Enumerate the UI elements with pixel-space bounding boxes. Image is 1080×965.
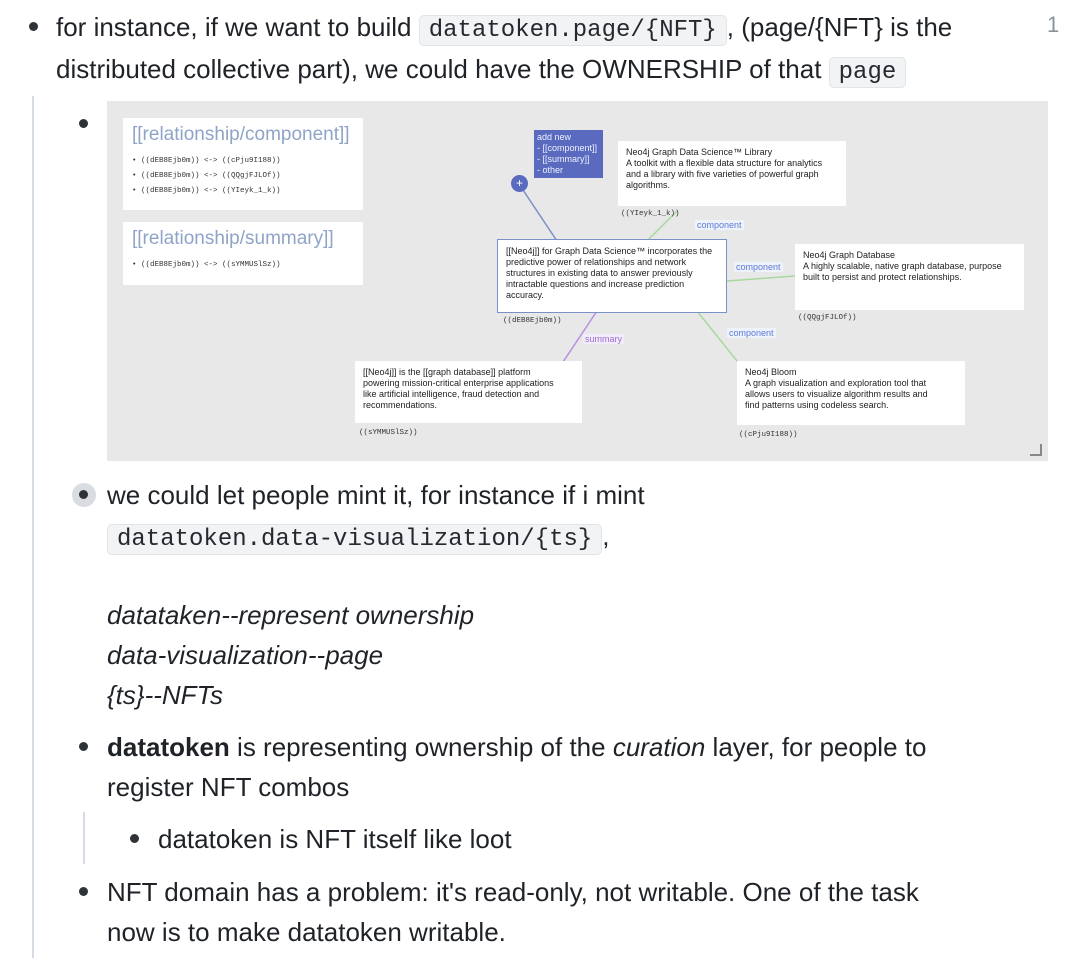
relation-row: • ((dEB8Ejb0m)) <-> ((sYMMUSlSz)) [132, 261, 281, 269]
block-text-line2: register NFT combos [107, 772, 350, 802]
inline-code: datatoken.data-visualization/{ts} [107, 524, 603, 555]
edge-label-component: component [695, 220, 744, 230]
italic-line: datataken--represent ownership [107, 600, 475, 630]
embedded-graph-image: [[relationship/component]] • ((dEB8Ejb0m… [107, 101, 1048, 461]
edge-label-component: component [734, 262, 783, 272]
block-text-line2: distributed collective part), we could h… [56, 49, 907, 93]
block-text[interactable]: we could let people mint it, for instanc… [107, 475, 645, 515]
plus-icon: + [511, 175, 528, 192]
node-center: [[Neo4j]] for Graph Data Science™ incorp… [497, 239, 727, 313]
child-block-text[interactable]: datatoken is NFT itself like loot [158, 819, 512, 859]
node-ref: ((cPju9I188)) [739, 431, 798, 439]
italic-line: {ts}--NFTs [107, 680, 224, 710]
edge-label-summary: summary [583, 334, 625, 344]
node-ref: ((QQgjFJLOf)) [798, 314, 857, 322]
block-text[interactable]: for instance, if we want to build datato… [56, 7, 952, 51]
block-text[interactable]: NFT domain has a problem: it's read-only… [107, 872, 919, 912]
italic-line: data-visualization--page [107, 640, 384, 670]
indent-guide [32, 96, 34, 958]
indent-guide-nested [83, 812, 85, 864]
bullet[interactable] [79, 490, 88, 499]
block-reference-count[interactable]: 1 [1047, 12, 1059, 38]
node-database: Neo4j Graph Database A highly scalable, … [795, 244, 1024, 310]
inline-code: page [828, 57, 907, 88]
edge-label-component: component [727, 328, 776, 338]
node-library: Neo4j Graph Data Science™ Library A tool… [618, 141, 846, 206]
relation-row: • ((dEB8Ejb0m)) <-> ((cPju9I188)) [132, 157, 281, 165]
node-ref: ((dEB8Ejb0m)) [503, 317, 562, 325]
block-text[interactable]: datatoken is representing ownership of t… [107, 727, 926, 767]
block-text-line2: datatoken.data-visualization/{ts}, [107, 516, 610, 560]
bullet[interactable] [79, 887, 88, 896]
bullet[interactable] [130, 834, 139, 843]
bullet[interactable] [79, 742, 88, 751]
block-text-line2: now is to make datatoken writable. [107, 917, 506, 947]
bullet[interactable] [29, 22, 38, 31]
relation-row: • ((dEB8Ejb0m)) <-> ((QQgjFJLOf)) [132, 172, 281, 180]
node-platform: [[Neo4j]] is the [[graph database]] plat… [355, 361, 582, 423]
relation-row: • ((dEB8Ejb0m)) <-> ((YIeyk_1_k)) [132, 187, 281, 195]
resize-handle-icon[interactable] [1030, 444, 1042, 456]
relationship-component-card: [[relationship/component]] • ((dEB8Ejb0m… [123, 118, 363, 210]
bullet[interactable] [79, 119, 88, 128]
node-bloom: Neo4j Bloom A graph visualization and ex… [737, 361, 965, 425]
card-title: [[relationship/summary]] [132, 228, 334, 249]
relationship-summary-card: [[relationship/summary]] • ((dEB8Ejb0m))… [123, 222, 363, 285]
inline-code: datatoken.page/{NFT} [418, 15, 727, 46]
node-ref: ((YIeyk_1_k)) [621, 210, 680, 218]
card-title: [[relationship/component]] [132, 124, 350, 145]
add-new-menu: add new - [[component]] - [[summary]] - … [534, 130, 603, 178]
node-ref: ((sYMMUSlSz)) [359, 429, 418, 437]
